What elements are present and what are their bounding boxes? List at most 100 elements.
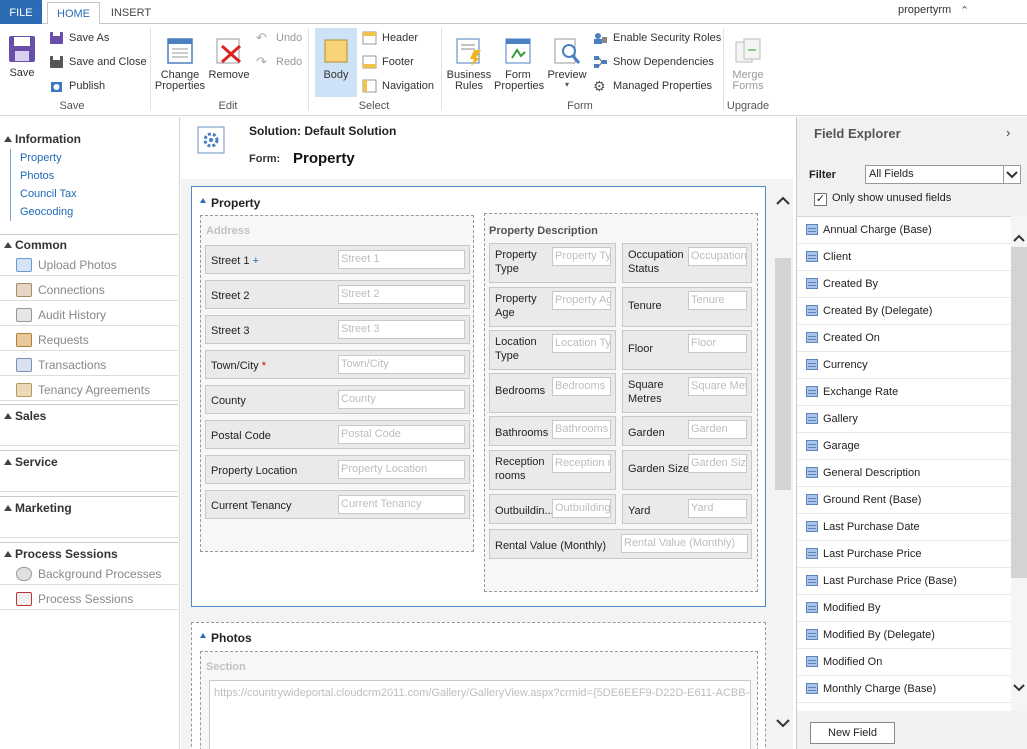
field-item-created-on[interactable]: Created On: [797, 325, 1011, 352]
section-property-description[interactable]: Property Description Property Type Prope…: [484, 213, 758, 592]
nav-group-marketing[interactable]: Marketing: [4, 501, 72, 515]
field-item-modified-on[interactable]: Modified On: [797, 649, 1011, 676]
tab-photos[interactable]: Photos Section https://countrywideportal…: [191, 622, 766, 749]
nav-link-photos[interactable]: Photos: [10, 167, 54, 185]
tenure-input[interactable]: Tenure: [688, 291, 747, 310]
filter-select[interactable]: All Fields: [865, 165, 1021, 184]
field-postal-code[interactable]: Postal Code Postal Code: [205, 420, 470, 449]
nav-group-common[interactable]: Common: [4, 238, 67, 252]
field-floor[interactable]: Floor Floor: [622, 330, 752, 370]
reception-rooms-input[interactable]: Reception r: [552, 454, 611, 473]
field-item-currency[interactable]: Currency: [797, 352, 1011, 379]
field-street-1[interactable]: Street 1 + Street 1: [205, 245, 470, 274]
field-item-ground-rent-base[interactable]: Ground Rent (Base): [797, 487, 1011, 514]
field-occupation-status[interactable]: Occupation Status Occupation: [622, 243, 752, 283]
nav-item-tenancy-agreements[interactable]: Tenancy Agreements: [0, 379, 178, 401]
field-item-last-purchase-price[interactable]: Last Purchase Price: [797, 541, 1011, 568]
field-property-type[interactable]: Property Type Property Ty: [489, 243, 616, 283]
remove-button[interactable]: Remove: [208, 36, 250, 81]
field-item-last-purchase-price-base[interactable]: Last Purchase Price (Base): [797, 568, 1011, 595]
header-button[interactable]: Header: [362, 30, 418, 46]
nav-group-service[interactable]: Service: [4, 455, 58, 469]
field-item-annual-charge-base[interactable]: Annual Charge (Base): [797, 217, 1011, 244]
enable-security-roles-button[interactable]: Enable Security Roles: [593, 30, 721, 46]
field-item-exchange-rate[interactable]: Exchange Rate: [797, 379, 1011, 406]
tab-property[interactable]: Property Address Street 1 + Street 1 Str…: [191, 186, 766, 607]
form-properties-button[interactable]: Form Properties: [494, 36, 544, 92]
occupation-status-input[interactable]: Occupation: [688, 247, 747, 266]
field-item-gallery[interactable]: Gallery: [797, 406, 1011, 433]
field-town-city[interactable]: Town/City * Town/City: [205, 350, 470, 379]
street-3-input[interactable]: Street 3: [338, 320, 465, 339]
field-location-type[interactable]: Location Type Location Ty: [489, 330, 616, 370]
field-square-metres[interactable]: Square Metres Square Met: [622, 373, 752, 413]
nav-item-process-sessions[interactable]: Process Sessions: [0, 588, 178, 610]
nav-item-transactions[interactable]: Transactions: [0, 354, 178, 376]
tab-insert[interactable]: INSERT: [106, 2, 156, 24]
field-item-monthly-charge-base[interactable]: Monthly Charge (Base): [797, 676, 1011, 703]
save-as-button[interactable]: Save As: [49, 30, 109, 46]
business-rules-button[interactable]: Business Rules: [446, 36, 492, 92]
chevron-right-icon[interactable]: ›: [1006, 125, 1010, 140]
nav-item-requests[interactable]: Requests: [0, 329, 178, 351]
tab-file[interactable]: FILE: [0, 0, 42, 24]
publish-button[interactable]: Publish: [49, 78, 105, 94]
save-and-close-button[interactable]: Save and Close: [49, 54, 147, 70]
postal-code-input[interactable]: Postal Code: [338, 425, 465, 444]
street-1-input[interactable]: Street 1: [338, 250, 465, 269]
tab-home[interactable]: HOME: [47, 2, 100, 25]
field-item-created-by-delegate[interactable]: Created By (Delegate): [797, 298, 1011, 325]
section-photos[interactable]: Section https://countrywideportal.cloudc…: [200, 651, 758, 749]
nav-group-process-sessions[interactable]: Process Sessions: [4, 547, 118, 561]
body-button[interactable]: Body: [315, 28, 357, 97]
show-dependencies-button[interactable]: Show Dependencies: [593, 54, 714, 70]
redo-button[interactable]: ↷ Redo: [256, 54, 302, 70]
field-current-tenancy[interactable]: Current Tenancy Current Tenancy: [205, 490, 470, 519]
merge-forms-button[interactable]: Merge Forms: [727, 36, 769, 92]
nav-link-council-tax[interactable]: Council Tax: [10, 185, 77, 203]
nav-link-property[interactable]: Property: [10, 149, 62, 167]
field-property-location[interactable]: Property Location Property Location: [205, 455, 470, 484]
undo-button[interactable]: ↶ Undo: [256, 30, 302, 46]
preview-button[interactable]: Preview ▾: [546, 36, 588, 89]
section-address[interactable]: Address Street 1 + Street 1 Street 2 Str…: [200, 215, 474, 552]
town-city-input[interactable]: Town/City: [338, 355, 465, 374]
garden-input[interactable]: Garden: [688, 420, 747, 439]
footer-button[interactable]: Footer: [362, 54, 414, 70]
field-item-client[interactable]: Client: [797, 244, 1011, 271]
rental-value-input[interactable]: Rental Value (Monthly): [621, 534, 748, 553]
chevron-up-icon[interactable]: ⌃: [960, 4, 969, 17]
location-type-input[interactable]: Location Ty: [552, 334, 611, 353]
field-reception-rooms[interactable]: Reception rooms Reception r: [489, 450, 616, 490]
property-type-input[interactable]: Property Ty: [552, 247, 611, 266]
field-item-modified-by[interactable]: Modified By: [797, 595, 1011, 622]
garden-size-input[interactable]: Garden Size: [688, 454, 747, 473]
change-properties-button[interactable]: Change Properties: [154, 36, 206, 92]
current-tenancy-input[interactable]: Current Tenancy: [338, 495, 465, 514]
org-name[interactable]: propertyrm: [898, 4, 951, 16]
nav-item-connections[interactable]: Connections: [0, 279, 178, 301]
field-item-general-description[interactable]: General Description: [797, 460, 1011, 487]
field-item-modified-by-delegate[interactable]: Modified By (Delegate): [797, 622, 1011, 649]
bathrooms-input[interactable]: Bathrooms: [552, 420, 611, 439]
field-tenure[interactable]: Tenure Tenure: [622, 287, 752, 327]
field-yard[interactable]: Yard Yard: [622, 494, 752, 524]
nav-item-audit-history[interactable]: Audit History: [0, 304, 178, 326]
field-bedrooms[interactable]: Bedrooms Bedrooms: [489, 373, 616, 413]
nav-group-information[interactable]: Information: [4, 132, 81, 146]
property-location-input[interactable]: Property Location: [338, 460, 465, 479]
field-rental-value[interactable]: Rental Value (Monthly) Rental Value (Mon…: [489, 529, 752, 559]
only-unused-checkbox[interactable]: ✓: [814, 193, 827, 206]
field-garden-size[interactable]: Garden Size Garden Size: [622, 450, 752, 490]
nav-link-geocoding[interactable]: Geocoding: [10, 203, 73, 221]
yard-input[interactable]: Yard: [688, 499, 747, 518]
floor-input[interactable]: Floor: [688, 334, 747, 353]
scrollbar-thumb[interactable]: [775, 258, 791, 490]
field-property-age[interactable]: Property Age Property Ag: [489, 287, 616, 327]
field-county[interactable]: County County: [205, 385, 470, 414]
county-input[interactable]: County: [338, 390, 465, 409]
gallery-iframe-url[interactable]: https://countrywideportal.cloudcrm2011.c…: [209, 680, 751, 749]
field-street-2[interactable]: Street 2 Street 2: [205, 280, 470, 309]
managed-properties-button[interactable]: ⚙ Managed Properties: [593, 78, 712, 94]
street-2-input[interactable]: Street 2: [338, 285, 465, 304]
